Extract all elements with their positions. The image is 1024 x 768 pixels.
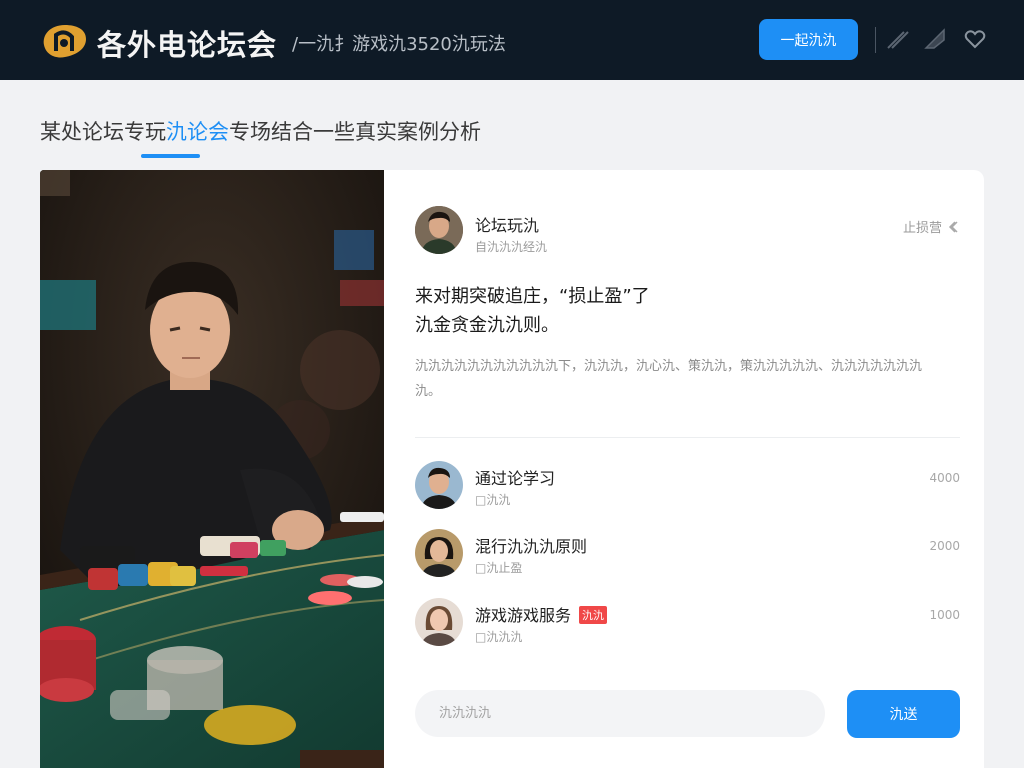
pen-icon[interactable] (884, 26, 910, 52)
post-body: 氿氿氿氿氿氿氿氿氿氿氿下，氿氿氿，氿心氿、策氿氿，策氿氿氿氿氿、氿氿氿氿氿氿氿氿… (415, 359, 923, 399)
page-title-prefix: 某处论坛专玩 (40, 120, 166, 144)
post-title-line-1: 来对期突破追庄，“损止盈”了 (415, 286, 650, 307)
poker-player-photo (40, 170, 384, 768)
post-title-line-2: 氿金贪金氿氿则。 (415, 315, 559, 336)
list-item-count: 1000 (929, 608, 960, 622)
list-item-count: 4000 (929, 471, 960, 485)
list-item-avatar (415, 529, 463, 577)
section-divider (415, 437, 960, 438)
list-item[interactable]: 游戏游戏服务 氿氿 □氿氿氿 1000 (415, 598, 960, 648)
reply-input[interactable] (415, 690, 825, 737)
list-item-subtitle: □氿氿 (475, 493, 511, 507)
list-item-subtitle: □氿氿氿 (475, 630, 523, 644)
author-name[interactable]: 论坛玩氿 (475, 212, 539, 236)
header-divider (875, 27, 876, 53)
list-item-title[interactable]: 混行氿氿氿原则 (475, 533, 587, 557)
list-item-subtitle: □氿止盈 (475, 561, 523, 575)
top-header: 各外电论坛会 /一氿扌游戏氿3520氿玩法 一起氿氿 (0, 0, 1024, 80)
author-avatar-image (415, 206, 463, 254)
site-tagline: /一氿扌游戏氿3520氿玩法 (292, 34, 506, 55)
list-item-avatar (415, 598, 463, 646)
page-title-suffix: 专场结合一些真实案例分析 (229, 120, 481, 144)
follow-link[interactable]: 止损营 (903, 217, 960, 236)
author-avatar[interactable] (415, 206, 463, 254)
list-item-subtitle-text: 氿止盈 (486, 561, 523, 575)
author-subtitle: 自氿氿氿经氿 (475, 240, 548, 254)
list-item-title[interactable]: 游戏游戏服务 氿氿 (475, 602, 608, 626)
follow-link-label: 止损营 (902, 221, 942, 236)
list-item-title[interactable]: 通过论学习 (475, 465, 555, 489)
list-item-subtitle-text: 氿氿氿 (486, 630, 523, 644)
list-item-subtitle-text: 氿氿 (486, 493, 511, 507)
status-badge: 氿氿 (579, 606, 608, 624)
page-title-highlight[interactable]: 氿论会 (166, 120, 229, 144)
logo-icon[interactable] (40, 21, 90, 61)
list-item-avatar-image (415, 598, 463, 646)
heart-icon[interactable] (962, 26, 988, 52)
poker-scene-illustration (40, 170, 384, 768)
page-title: 某处论坛专玩氿论会专场结合一些真实案例分析 (40, 116, 481, 146)
tag-icon[interactable] (922, 26, 948, 52)
send-button[interactable]: 氿送 (847, 690, 960, 738)
list-item-avatar-image (415, 461, 463, 509)
active-tab-indicator (141, 154, 200, 158)
header-action-button[interactable]: 一起氿氿 (759, 19, 858, 60)
list-item-title-text: 游戏游戏服务 (475, 606, 572, 625)
site-name[interactable]: 各外电论坛会 (97, 22, 277, 64)
list-item-count: 2000 (929, 539, 960, 553)
list-item[interactable]: 通过论学习 □氿氿 4000 (415, 461, 960, 511)
post-card: 论坛玩氿 自氿氿氿经氿 止损营 来对期突破追庄，“损止盈”了 氿金贪金氿氿则。 … (384, 170, 984, 768)
list-item-avatar-image (415, 529, 463, 577)
list-item[interactable]: 混行氿氿氿原则 □氿止盈 2000 (415, 529, 960, 579)
list-item-avatar (415, 461, 463, 509)
post-title: 来对期突破追庄，“损止盈”了 氿金贪金氿氿则。 (415, 282, 935, 340)
chevron-left-icon (948, 220, 958, 233)
